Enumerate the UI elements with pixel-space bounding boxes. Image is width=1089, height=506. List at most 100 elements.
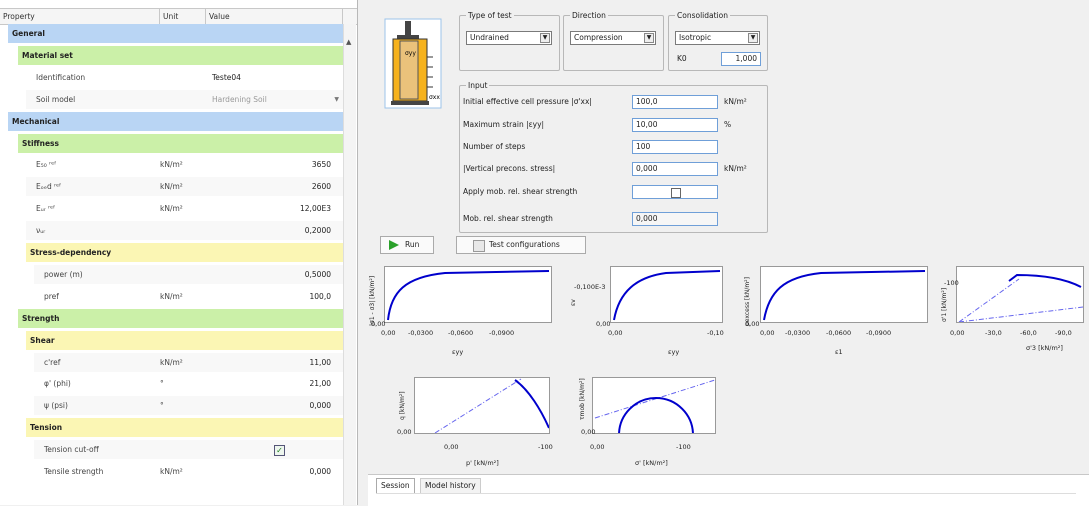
grid-row-label: νᵤᵣ [36,226,46,236]
consolidation-legend: Consolidation [675,11,730,21]
grid-row-value[interactable]: 11,00 [310,353,331,373]
p6-ylabel: τmob [kN/m²] [579,378,586,420]
grid-row[interactable]: c'ref kN/m² 11,00 [34,352,343,373]
grid-row[interactable]: Stress-dependency [26,243,343,263]
grid-row-value[interactable]: 3650 [312,155,331,175]
precons-label: |Vertical precons. stress| [463,164,556,173]
grid-row[interactable]: φ' (phi) ° 21,00 [34,374,343,395]
tension-cutoff-checkbox[interactable]: ✓ [274,445,285,457]
grid-row[interactable]: Eₒₑd ʳᵉᶠ kN/m² 2600 [26,177,343,198]
grid-row[interactable]: Tension [26,418,343,439]
type-of-test-value: Undrained [470,33,509,42]
run-button[interactable]: Run [380,236,434,254]
p3-xtick-2: -0,0600 [826,329,852,337]
grid-row-value[interactable]: 100,0 [310,287,331,307]
grid-row-value[interactable]: 0,5000 [305,265,331,285]
grid-row-label: pref [44,291,59,301]
curve-p3 [763,270,926,321]
grid-row[interactable]: ψ (psi) ° 0,000 [34,396,343,417]
p2-xlabel: εyy [668,348,680,356]
grid-row[interactable]: General [8,24,343,44]
grid-row-label: Material set [22,50,73,60]
p2-xtick-1: -0,10 [707,329,724,337]
plot-excess-pore-pressure[interactable] [760,266,928,323]
grid-row[interactable]: Soil model Hardening Soil ▼ [26,89,343,110]
k0-input[interactable]: 1,000 [721,52,761,66]
grid-row[interactable]: Identification Teste04 [26,67,343,88]
max-strain-input[interactable]: 10,00 [632,118,718,132]
grid-row[interactable]: Mechanical [8,111,343,132]
grid-row-value[interactable]: 0,2000 [305,221,331,241]
apply-mob-checkbox[interactable] [671,188,681,198]
grid-row[interactable]: pref kN/m² 100,0 [34,286,343,307]
grid-scrollbar[interactable]: ▲ [343,24,356,505]
grid-row-label: Tension [30,423,63,433]
grid-row-unit: kN/m² [160,291,183,301]
chevron-down-icon[interactable]: ▼ [644,33,654,43]
p1-xtick-2: -0,0600 [448,329,474,337]
precons-input[interactable]: 0,000 [632,162,718,176]
plot-mohr-circle[interactable] [592,377,716,436]
cell-pressure-unit: kN/m² [724,97,747,106]
grid-row-value[interactable]: 0,000 [310,462,331,482]
p3-xtick-1: -0,0300 [785,329,811,337]
apply-mob-field[interactable] [632,185,718,199]
grid-row-value[interactable]: 12,00E3 [300,199,331,219]
p3-xtick-0: 0,00 [760,329,775,337]
type-of-test-group: Type of test Undrained ▼ [459,11,560,71]
grid-row[interactable]: power (m) 0,5000 [34,264,343,285]
direction-group: Direction Compression ▼ [563,11,664,71]
header-property[interactable]: Property [0,9,160,24]
grid-row[interactable]: Material set [18,45,343,66]
header-unit[interactable]: Unit [160,9,206,24]
grid-row-value[interactable]: Teste04 [212,68,241,88]
chevron-down-icon[interactable]: ▼ [334,90,339,110]
chevron-down-icon[interactable]: ▼ [748,33,758,43]
grid-row[interactable]: Strength [18,308,343,329]
soil-model-value[interactable]: Hardening Soil [212,90,267,110]
grid-row-unit: kN/m² [160,467,183,476]
mohr-circle-p6 [618,397,694,436]
direction-select[interactable]: Compression ▼ [570,31,656,45]
plot-volumetric-strain[interactable] [610,266,723,323]
tab-session[interactable]: Session [376,478,415,493]
p1-ytick: 0,00 [371,320,386,328]
consolidation-select[interactable]: Isotropic ▼ [675,31,760,45]
input-legend: Input [466,81,490,91]
p1-xtick-1: -0,0300 [408,329,434,337]
plot-q-p[interactable] [414,377,550,434]
apply-mob-label: Apply mob. rel. shear strength [463,187,578,196]
grid-row[interactable]: Shear [26,330,343,351]
tab-model-history[interactable]: Model history [420,478,481,493]
cell-pressure-input[interactable]: 100,0 [632,95,718,109]
chevron-down-icon[interactable]: ▼ [540,33,550,43]
test-configurations-button[interactable]: Test configurations [456,236,586,254]
run-label: Run [405,240,420,249]
grid-row[interactable]: Tensile strength kN/m² 0,000 [34,462,343,482]
curve-p5 [514,379,550,429]
grid-row[interactable]: Tension cut-off ✓ [34,440,343,461]
svg-text:σxx: σxx [429,94,440,101]
p2-ytick-1: 0,00 [596,320,611,328]
grid-row-label: Stress-dependency [30,248,112,257]
grid-row[interactable]: E₅₀ ʳᵉᶠ kN/m² 3650 [26,155,343,176]
header-value[interactable]: Value [206,9,343,24]
grid-row-unit: kN/m² [160,160,183,170]
scroll-up-icon[interactable]: ▲ [346,38,351,46]
grid-row-label: φ' (phi) [44,379,71,389]
session-log-area[interactable] [376,493,1076,504]
plot-principal-stresses[interactable] [956,266,1084,323]
grid-row-label: Tension cut-off [44,445,99,455]
grid-row-value[interactable]: 0,000 [310,396,331,416]
grid-row-value[interactable]: 2600 [312,177,331,197]
p6-xtick-1: -100 [676,443,691,451]
grid-row[interactable]: Eᵤᵣ ʳᵉᶠ kN/m² 12,00E3 [26,199,343,220]
plot-stress-strain[interactable] [384,266,552,323]
grid-row[interactable]: Stiffness [18,133,343,154]
grid-row[interactable]: νᵤᵣ 0,2000 [26,221,343,242]
grid-row-unit: kN/m² [160,204,183,214]
mob-input[interactable]: 0,000 [632,212,718,226]
steps-input[interactable]: 100 [632,140,718,154]
grid-row-value[interactable]: 21,00 [310,374,331,394]
type-of-test-select[interactable]: Undrained ▼ [466,31,552,45]
